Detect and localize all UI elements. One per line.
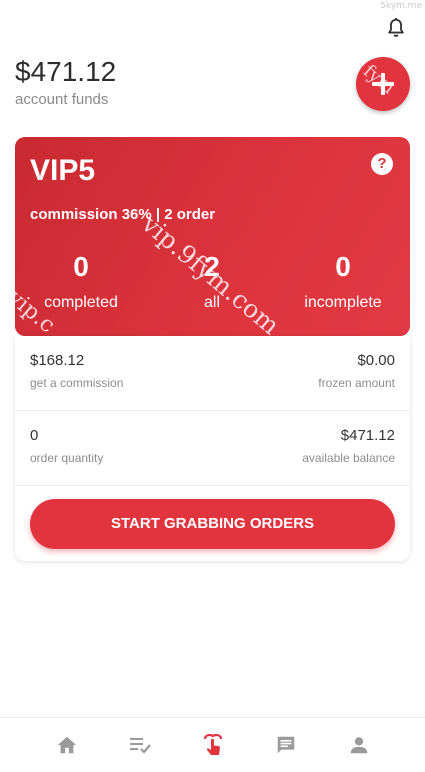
user-icon[interactable]: [346, 732, 372, 758]
commission-label: get a commission: [30, 376, 124, 390]
stat-all: 2 all: [152, 250, 272, 312]
commission-value: $168.12: [30, 352, 85, 369]
fab-watermark: fym: [359, 60, 399, 99]
commission-text: commission 36% | 2 order: [30, 206, 216, 223]
grab-orders-page: 5kym.me $471.12 account funds fym vip.9f…: [0, 0, 425, 772]
stat-incomplete: 0 incomplete: [283, 250, 403, 312]
info-card: $168.12 get a commission $0.00 frozen am…: [15, 336, 410, 561]
stat-label: incomplete: [304, 294, 382, 311]
order-list-icon[interactable]: [127, 732, 153, 758]
order-quantity-label: order quantity: [30, 451, 104, 465]
home-icon[interactable]: [54, 732, 80, 758]
info-row: $168.12 get a commission $0.00 frozen am…: [15, 336, 410, 411]
notification-bell-icon[interactable]: [385, 17, 407, 39]
info-row: 0 order quantity $471.12 available balan…: [15, 411, 410, 486]
stat-label: all: [203, 294, 220, 311]
message-icon[interactable]: [273, 732, 299, 758]
vip-card: vip.9fym.com vip.c VIP5 ? commission 36%…: [15, 137, 410, 336]
help-icon[interactable]: ?: [371, 153, 393, 175]
funds-label: account funds: [15, 91, 109, 108]
add-funds-button[interactable]: fym: [356, 57, 410, 111]
stat-completed: 0 completed: [21, 250, 141, 312]
vip-level: VIP5: [30, 154, 96, 187]
bottom-tab-bar: [0, 717, 425, 772]
corner-watermark: 5kym.me: [380, 1, 422, 11]
order-quantity-value: 0: [30, 427, 39, 444]
grab-hand-icon[interactable]: [200, 732, 226, 758]
start-grabbing-orders-button[interactable]: START GRABBING ORDERS: [30, 499, 395, 549]
account-funds: $471.12 account funds: [15, 56, 116, 108]
stat-value: 2: [204, 251, 220, 282]
available-balance-value: $471.12: [340, 427, 395, 444]
stat-value: 0: [73, 251, 89, 282]
frozen-amount-label: frozen amount: [318, 376, 395, 390]
funds-amount: $471.12: [15, 56, 117, 87]
available-balance-label: available balance: [302, 451, 395, 465]
stat-label: completed: [44, 294, 118, 311]
frozen-amount-value: $0.00: [357, 352, 395, 369]
stat-value: 0: [335, 251, 351, 282]
